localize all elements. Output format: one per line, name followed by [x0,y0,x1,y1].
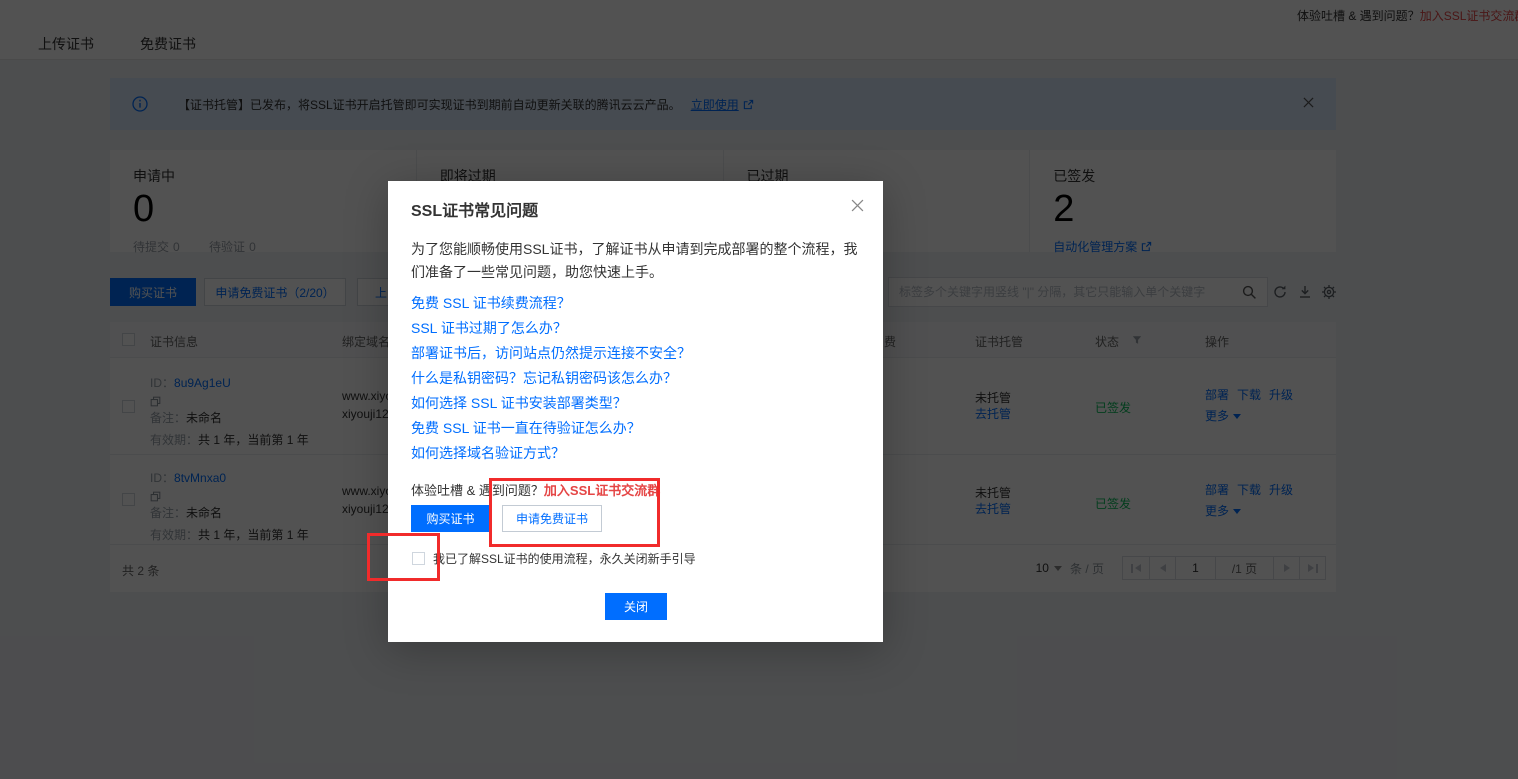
faq-link-pending-verify[interactable]: 免费 SSL 证书一直在待验证怎么办？ [411,418,691,443]
dont-show-again-row: 我已了解SSL证书的使用流程，永久关闭新手引导 [412,550,696,567]
annotation-box-free-cert [489,478,660,547]
faq-link-deploy-type[interactable]: 如何选择 SSL 证书安装部署类型？ [411,393,691,418]
faq-link-expired[interactable]: SSL 证书过期了怎么办？ [411,318,691,343]
faq-list: 免费 SSL 证书续费流程？ SSL 证书过期了怎么办？ 部署证书后，访问站点仍… [411,293,691,468]
faq-link-renew-flow[interactable]: 免费 SSL 证书续费流程？ [411,293,691,318]
faq-link-insecure[interactable]: 部署证书后，访问站点仍然提示连接不安全？ [411,343,691,368]
faq-link-private-key[interactable]: 什么是私钥密码？忘记私钥密码该怎么办？ [411,368,691,393]
annotation-box-checkbox [367,533,440,581]
modal-close-icon[interactable] [851,199,864,212]
dont-show-again-label: 我已了解SSL证书的使用流程，永久关闭新手引导 [433,550,696,567]
faq-modal: SSL证书常见问题 为了您能顺畅使用SSL证书，了解证书从申请到完成部署的整个流… [388,181,883,642]
faq-link-domain-verify[interactable]: 如何选择域名验证方式？ [411,443,691,468]
modal-title: SSL证书常见问题 [411,197,538,221]
modal-intro: 为了您能顺畅使用SSL证书，了解证书从申请到完成部署的整个流程，我们准备了一些常… [411,238,863,284]
modal-buy-cert-button[interactable]: 购买证书 [411,505,490,532]
modal-close-button[interactable]: 关闭 [605,593,667,620]
